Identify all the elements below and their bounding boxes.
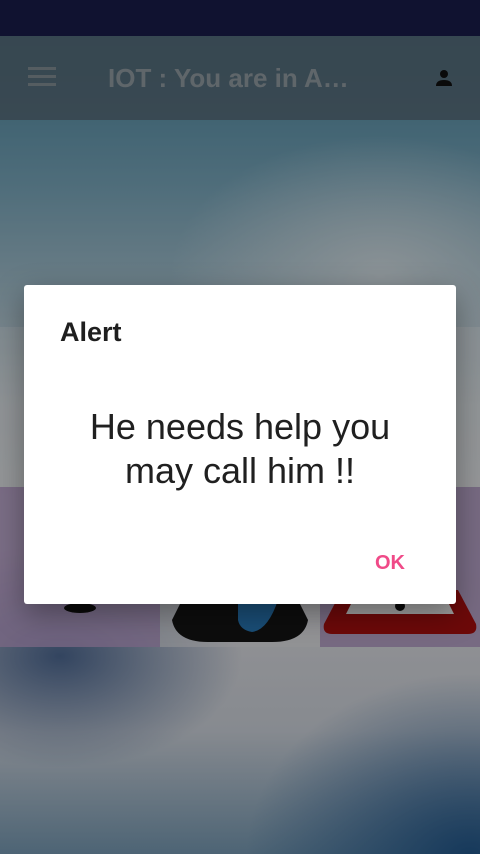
dialog-message: He needs help you may call him !! bbox=[89, 406, 391, 491]
ok-button[interactable]: OK bbox=[362, 543, 418, 583]
dialog-title: Alert bbox=[60, 317, 122, 347]
alert-dialog: Alert He needs help you may call him !! … bbox=[24, 285, 456, 604]
